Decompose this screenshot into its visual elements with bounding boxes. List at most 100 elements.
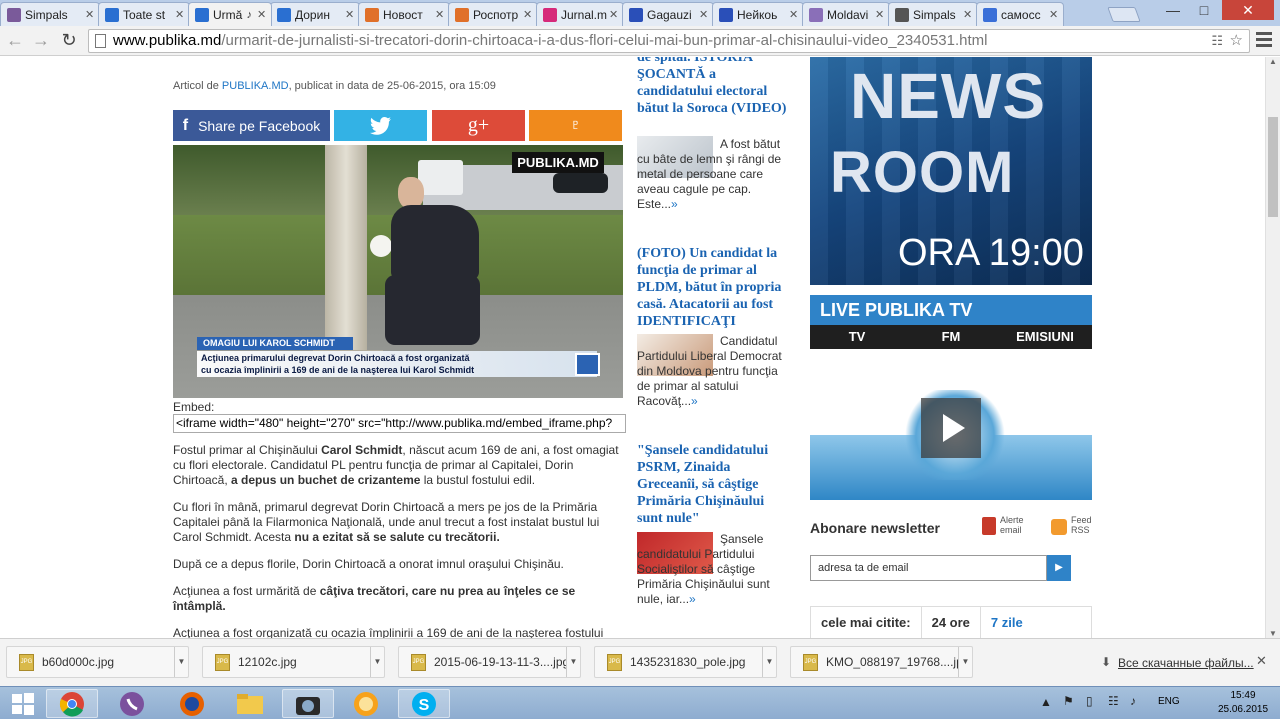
download-menu-icon[interactable]: ▼ bbox=[370, 647, 384, 677]
sidebar-article-2-title[interactable]: (FOTO) Un candidat la funcţia de primar … bbox=[637, 245, 792, 330]
video-player[interactable]: PUBLIKA.MD OMAGIU LUI KAROL SCHMIDT Acţi… bbox=[173, 145, 623, 398]
rss-icon[interactable] bbox=[1051, 519, 1067, 535]
taskbar-chrome[interactable] bbox=[46, 689, 98, 718]
download-menu-icon[interactable]: ▼ bbox=[762, 647, 776, 677]
tray-arrow-icon[interactable]: ▲ bbox=[1040, 695, 1052, 709]
browser-tab[interactable]: Дорин ✕ bbox=[270, 2, 360, 26]
browser-tab[interactable]: Simpals ✕ bbox=[888, 2, 978, 26]
play-button[interactable] bbox=[921, 398, 981, 458]
tray-device-icon[interactable]: ▯ bbox=[1086, 694, 1093, 708]
share-odnoklassniki-button[interactable]: ♇ bbox=[529, 110, 622, 141]
most-read-tab-7d[interactable]: 7 zile bbox=[981, 607, 1033, 638]
rss-feed-link[interactable]: Feed RSS bbox=[1071, 515, 1092, 535]
tv-player[interactable] bbox=[810, 360, 1092, 500]
close-downloads-icon[interactable]: ✕ bbox=[1256, 653, 1267, 669]
taskbar-viber[interactable] bbox=[106, 689, 158, 718]
new-tab-button[interactable] bbox=[1107, 7, 1141, 22]
address-bar[interactable]: www.publika.md/urmarit-de-jurnalisti-si-… bbox=[88, 29, 1250, 53]
browser-tab[interactable]: Gagauzi ✕ bbox=[622, 2, 714, 26]
taskbar-firefox[interactable] bbox=[166, 689, 218, 718]
author-link[interactable]: PUBLIKA.MD bbox=[222, 80, 289, 92]
tab-favicon-icon bbox=[719, 7, 733, 22]
tray-clock[interactable]: 15:49 25.06.2015 bbox=[1208, 689, 1278, 717]
browser-tab[interactable]: Роспотр ✕ bbox=[448, 2, 538, 26]
tray-network-icon[interactable]: ☷ bbox=[1108, 694, 1119, 708]
menu-icon[interactable] bbox=[1256, 32, 1272, 48]
tab-close-icon[interactable]: ✕ bbox=[963, 8, 973, 21]
more-link[interactable]: » bbox=[671, 197, 678, 211]
download-item[interactable]: JPG b60d000c.jpg ▼ bbox=[6, 646, 189, 678]
tray-language[interactable]: ENG bbox=[1158, 696, 1180, 707]
taskbar-camera-app[interactable] bbox=[282, 689, 334, 718]
taskbar-skype[interactable]: S bbox=[398, 689, 450, 718]
tab-close-icon[interactable]: ✕ bbox=[609, 8, 619, 21]
browser-tab[interactable]: Moldavi ✕ bbox=[802, 2, 890, 26]
download-item[interactable]: JPG KMO_088197_19768....jpg ▼ bbox=[790, 646, 973, 678]
tab-favicon-icon bbox=[895, 7, 909, 22]
tab-close-icon[interactable]: ✕ bbox=[257, 8, 267, 21]
email-alert-link[interactable]: Alerte email bbox=[1000, 515, 1024, 535]
tab-close-icon[interactable]: ✕ bbox=[435, 8, 445, 21]
download-menu-icon[interactable]: ▼ bbox=[174, 647, 188, 677]
tab-close-icon[interactable]: ✕ bbox=[175, 8, 185, 21]
share-googleplus-button[interactable]: g+ bbox=[432, 110, 525, 141]
live-tab-emisiuni[interactable]: EMISIUNI bbox=[998, 325, 1092, 349]
scroll-thumb[interactable] bbox=[1268, 117, 1278, 217]
scroll-down-icon[interactable]: ▼ bbox=[1269, 629, 1277, 638]
download-item[interactable]: JPG 1435231830_pole.jpg ▼ bbox=[594, 646, 777, 678]
live-tab-fm[interactable]: FM bbox=[904, 325, 998, 349]
minimize-button[interactable]: — bbox=[1158, 0, 1188, 20]
tray-volume-icon[interactable]: ♪ bbox=[1130, 694, 1136, 708]
tray-flag-icon[interactable]: ⚑ bbox=[1063, 694, 1074, 708]
tab-close-icon[interactable]: ✕ bbox=[875, 8, 885, 21]
taskbar-explorer[interactable] bbox=[224, 689, 276, 718]
back-icon[interactable]: ← bbox=[4, 31, 26, 51]
browser-tab[interactable]: Simpals ✕ bbox=[0, 2, 100, 26]
download-menu-icon[interactable]: ▼ bbox=[958, 647, 972, 677]
share-facebook-button[interactable]: f Share pe Facebook bbox=[173, 110, 330, 141]
more-link[interactable]: » bbox=[691, 394, 698, 408]
browser-tab[interactable]: Нейкоь ✕ bbox=[712, 2, 804, 26]
embed-code-field[interactable]: <iframe width="480" height="270" src="ht… bbox=[173, 414, 626, 433]
tab-close-icon[interactable]: ✕ bbox=[1049, 8, 1059, 21]
video-legs bbox=[385, 275, 480, 345]
email-alert-icon[interactable] bbox=[982, 517, 996, 535]
translate-icon[interactable]: ☷ bbox=[1211, 30, 1223, 52]
browser-tab[interactable]: Toate st ✕ bbox=[98, 2, 190, 26]
sidebar-article-1-title[interactable]: de spital. ISTORIA ŞOCANTĂ a candidatulu… bbox=[637, 57, 792, 117]
tab-audio-icon[interactable]: ♪ bbox=[247, 9, 253, 21]
browser-tab[interactable]: Urmă ♪ ✕ bbox=[188, 2, 272, 26]
start-button[interactable] bbox=[0, 689, 46, 718]
twitter-icon bbox=[369, 116, 391, 135]
download-menu-icon[interactable]: ▼ bbox=[566, 647, 580, 677]
taskbar-messenger[interactable] bbox=[340, 689, 392, 718]
maximize-button[interactable]: □ bbox=[1189, 0, 1219, 20]
browser-tab[interactable]: самосс ✕ bbox=[976, 2, 1064, 26]
more-link[interactable]: » bbox=[689, 592, 696, 606]
most-read-tabs: cele mai citite: 24 ore 7 zile bbox=[810, 606, 1092, 638]
bookmark-star-icon[interactable]: ☆ bbox=[1230, 30, 1243, 52]
tab-close-icon[interactable]: ✕ bbox=[85, 8, 95, 21]
forward-icon[interactable]: → bbox=[30, 31, 52, 51]
tab-close-icon[interactable]: ✕ bbox=[523, 8, 533, 21]
tab-close-icon[interactable]: ✕ bbox=[699, 8, 709, 21]
browser-tab[interactable]: Jurnal.m ✕ bbox=[536, 2, 624, 26]
tab-label: Новост bbox=[383, 7, 423, 22]
sidebar-article-3-title[interactable]: "Şansele candidatului PSRM, Zinaida Grec… bbox=[637, 442, 792, 527]
scroll-up-icon[interactable]: ▲ bbox=[1269, 57, 1277, 66]
share-twitter-button[interactable] bbox=[334, 110, 427, 141]
newsletter-email-input[interactable]: adresa ta de email bbox=[810, 555, 1047, 581]
live-tab-tv[interactable]: TV bbox=[810, 325, 904, 349]
browser-tab[interactable]: Новост ✕ bbox=[358, 2, 450, 26]
show-all-downloads-link[interactable]: Все скачанные файлы... bbox=[1118, 656, 1254, 670]
newsroom-banner[interactable]: NEWS ROOM ORA 19:00 bbox=[810, 57, 1092, 285]
tab-close-icon[interactable]: ✕ bbox=[789, 8, 799, 21]
most-read-tab-24h[interactable]: 24 ore bbox=[922, 607, 981, 638]
close-window-button[interactable]: ✕ bbox=[1222, 0, 1274, 20]
tab-close-icon[interactable]: ✕ bbox=[345, 8, 355, 21]
download-item[interactable]: JPG 2015-06-19-13-11-3....jpg ▼ bbox=[398, 646, 581, 678]
download-item[interactable]: JPG 12102c.jpg ▼ bbox=[202, 646, 385, 678]
newsletter-submit-button[interactable]: ▶ bbox=[1047, 555, 1071, 581]
page-scrollbar[interactable]: ▲ ▼ bbox=[1265, 57, 1280, 638]
reload-icon[interactable]: ↻ bbox=[58, 31, 80, 51]
